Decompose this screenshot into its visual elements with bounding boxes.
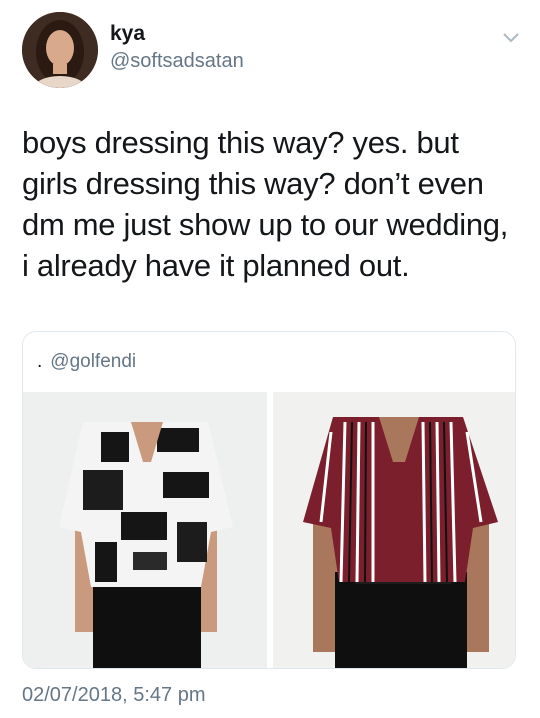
tweet-header: kya @softsadsatan — [22, 12, 522, 92]
quoted-photos — [23, 392, 515, 668]
display-name[interactable]: kya — [110, 22, 145, 46]
avatar[interactable] — [22, 12, 98, 88]
tweet-timestamp[interactable]: 02/07/2018, 5:47 pm — [22, 684, 205, 707]
quoted-tweet-header: . @golfendi — [23, 332, 515, 392]
quoted-handle[interactable]: @golfendi — [50, 351, 136, 373]
photo-striped-shirt[interactable] — [273, 392, 515, 668]
tweet-text: boys dressing this way? yes. but girls d… — [22, 125, 509, 283]
user-handle[interactable]: @softsadsatan — [110, 50, 244, 73]
photo-abstract-print-shirt[interactable] — [23, 392, 267, 668]
quoted-tweet[interactable]: . @golfendi — [22, 331, 516, 669]
avatar-image — [22, 12, 98, 88]
chevron-down-icon[interactable] — [500, 26, 522, 48]
quoted-prefix: . — [37, 351, 43, 372]
